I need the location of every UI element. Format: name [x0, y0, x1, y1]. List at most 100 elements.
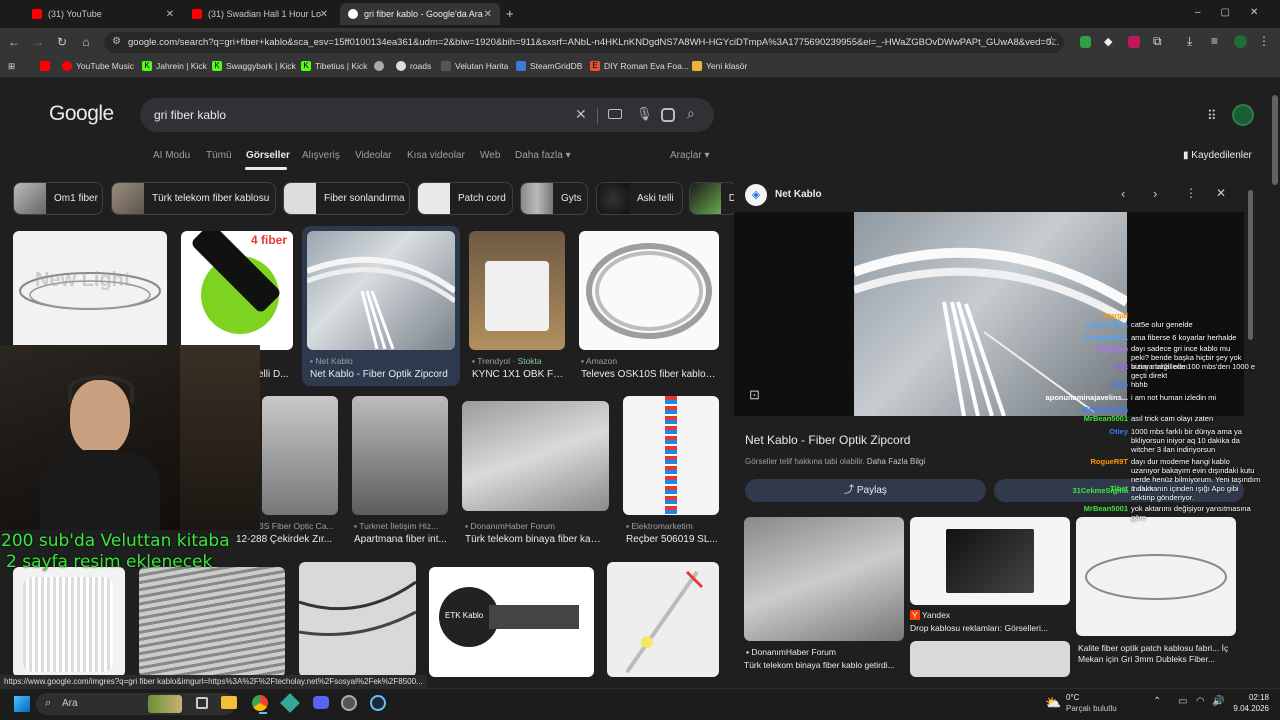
result-title[interactable]: Apartmana fiber int...: [354, 534, 447, 545]
weather-desc[interactable]: Parçalı bulutlu: [1066, 704, 1117, 713]
result-image[interactable]: 4 fiber: [181, 231, 293, 350]
search-box[interactable]: gri fiber kablo: [140, 98, 714, 132]
tab-google-search[interactable]: gri fiber kablo - Google'da Ara ✕: [340, 3, 500, 25]
previous-icon[interactable]: ‹: [1121, 186, 1125, 201]
chip-patch-cord[interactable]: Patch cord: [417, 182, 513, 215]
result-title[interactable]: Televes OSK10S fiber kablo ...: [581, 369, 716, 380]
result-image[interactable]: [623, 396, 719, 515]
extensions-puzzle-icon[interactable]: ⧉: [1153, 34, 1162, 49]
chip-fiber-sonlandirma[interactable]: Fiber sonlandırma: [283, 182, 410, 215]
bookmark-swaggybark-kick[interactable]: K Swaggybark | Kick: [212, 61, 296, 71]
result-image[interactable]: [579, 231, 719, 350]
result-title[interactable]: Türk telekom binaya fiber kabl...: [465, 534, 605, 545]
chrome-icon[interactable]: [252, 695, 268, 711]
tab-more[interactable]: Daha fazla ▾: [515, 150, 571, 161]
obs-icon[interactable]: [341, 695, 357, 711]
volume-icon[interactable]: 🔊: [1212, 696, 1224, 707]
extension-shield-icon[interactable]: [1080, 36, 1091, 48]
chip-gyts[interactable]: Gyts: [520, 182, 588, 215]
weather-icon[interactable]: ⛅: [1045, 695, 1061, 711]
result-title[interactable]: KYNC 1X1 OBK Fİ...: [472, 369, 564, 380]
bookmark-velutan-harita[interactable]: Velutan Harita: [441, 61, 508, 71]
chip-more[interactable]: D: [689, 182, 737, 215]
google-logo[interactable]: Google: [49, 102, 114, 126]
bookmark-folder[interactable]: Yeni klasör: [692, 61, 747, 71]
microphone-icon[interactable]: 🎙: [636, 106, 653, 122]
related-image[interactable]: [744, 517, 904, 641]
clock-date[interactable]: 9.04.2026: [1225, 704, 1269, 713]
close-panel-icon[interactable]: ✕: [1216, 186, 1226, 200]
extension-icon[interactable]: [1128, 36, 1140, 48]
related-image[interactable]: [1076, 517, 1236, 636]
related-title[interactable]: Kalite fiber optik patch kablosu fabri..…: [1078, 643, 1238, 667]
tab-images[interactable]: Görseller: [246, 150, 290, 161]
tools-button[interactable]: Araçlar ▾: [670, 150, 710, 161]
related-image[interactable]: [910, 517, 1070, 605]
bookmark-diy-roman[interactable]: E DIY Roman Eva Foa...: [590, 61, 689, 71]
close-icon[interactable]: ✕: [166, 9, 174, 20]
result-title[interactable]: Reçber 506019 SL...: [626, 534, 718, 545]
tray-chevron-icon[interactable]: ⌃: [1153, 696, 1161, 707]
saved-button[interactable]: ▮ Kaydedilenler: [1183, 150, 1252, 161]
close-icon[interactable]: ✕: [484, 9, 492, 20]
reading-list-icon[interactable]: ≡: [1211, 34, 1218, 48]
home-icon[interactable]: ⌂: [78, 35, 94, 49]
menu-icon[interactable]: ⋮: [1258, 34, 1270, 48]
forward-icon[interactable]: →: [30, 35, 46, 49]
bookmark-steamgriddb[interactable]: SteamGridDB: [516, 61, 582, 71]
tab-youtube[interactable]: (31) YouTube ✕: [24, 3, 182, 25]
related-title[interactable]: Drop kablosu reklamları: Görselleri...: [910, 623, 1070, 633]
result-title[interactable]: Net Kablo - Fiber Optik Zipcord: [310, 369, 455, 380]
bookmark-star-icon[interactable]: ☆: [1046, 34, 1057, 48]
battery-icon[interactable]: ▭: [1178, 696, 1187, 707]
new-tab-button[interactable]: +: [506, 6, 514, 21]
account-avatar[interactable]: [1232, 104, 1254, 126]
back-icon[interactable]: ←: [6, 35, 22, 49]
result-title[interactable]: 12-288 Çekirdek Zır...: [236, 534, 336, 545]
tab-swadian-hall[interactable]: (31) Swadian Hall 1 Hour Lo ✕: [184, 3, 336, 25]
bookmark-globe[interactable]: [374, 61, 388, 71]
chip-aski-telli[interactable]: Aski telli: [596, 182, 683, 215]
result-image[interactable]: ETK Kablo: [429, 567, 594, 677]
reload-icon[interactable]: ↻: [54, 35, 70, 49]
bookmark-roads[interactable]: roads: [396, 61, 431, 71]
tab-shopping[interactable]: Alışveriş: [302, 150, 340, 161]
google-apps-icon[interactable]: ⠿: [1207, 108, 1217, 124]
result-image[interactable]: [299, 562, 416, 677]
result-image[interactable]: [262, 396, 338, 515]
lens-search-icon[interactable]: ⊡: [749, 387, 760, 403]
close-icon[interactable]: ✕: [320, 9, 328, 20]
result-image[interactable]: [607, 562, 719, 677]
clear-icon[interactable]: ✕: [575, 106, 587, 123]
clock-time[interactable]: 02:18: [1233, 693, 1269, 702]
result-image[interactable]: [13, 567, 125, 677]
task-view-icon[interactable]: [196, 697, 208, 709]
bookmark-jahrein-kick[interactable]: K Jahrein | Kick: [142, 61, 207, 71]
address-bar[interactable]: google.com/search?q=gri+fiber+kablo&sca_…: [104, 32, 1064, 53]
keyboard-icon[interactable]: [608, 109, 622, 119]
window-controls[interactable]: –▢✕: [1195, 7, 1278, 18]
related-image[interactable]: [910, 641, 1070, 677]
weather-temp[interactable]: 0°C: [1066, 693, 1079, 702]
lens-icon[interactable]: [661, 108, 675, 122]
more-info-link[interactable]: Daha Fazla Bilgi: [867, 457, 925, 466]
chip-om1-fiber[interactable]: Om1 fiber: [13, 182, 103, 215]
file-explorer-icon[interactable]: [221, 696, 237, 709]
tab-all[interactable]: Tümü: [206, 150, 232, 161]
tab-web[interactable]: Web: [480, 150, 500, 161]
result-image[interactable]: [469, 231, 565, 350]
result-title[interactable]: elli D...: [258, 369, 292, 380]
result-image[interactable]: [352, 396, 448, 515]
related-title[interactable]: Türk telekom binaya fiber kablo getirdi.…: [744, 660, 904, 670]
tab-short-videos[interactable]: Kısa videolar: [407, 150, 465, 161]
profile-avatar[interactable]: [1234, 35, 1247, 48]
panel-title[interactable]: Net Kablo - Fiber Optik Zipcord: [745, 433, 910, 447]
site-info-icon[interactable]: ⚙: [112, 36, 121, 47]
steam-icon[interactable]: [370, 695, 386, 711]
search-input[interactable]: gri fiber kablo: [154, 108, 226, 122]
tab-ai-mode[interactable]: AI Modu: [153, 150, 190, 161]
bookmark-youtube[interactable]: [40, 61, 54, 71]
chip-turk-telekom[interactable]: Türk telekom fiber kablosu: [111, 182, 276, 215]
bookmark-youtube-music[interactable]: YouTube Music: [62, 61, 134, 71]
panel-scrollbar[interactable]: [1248, 190, 1253, 340]
